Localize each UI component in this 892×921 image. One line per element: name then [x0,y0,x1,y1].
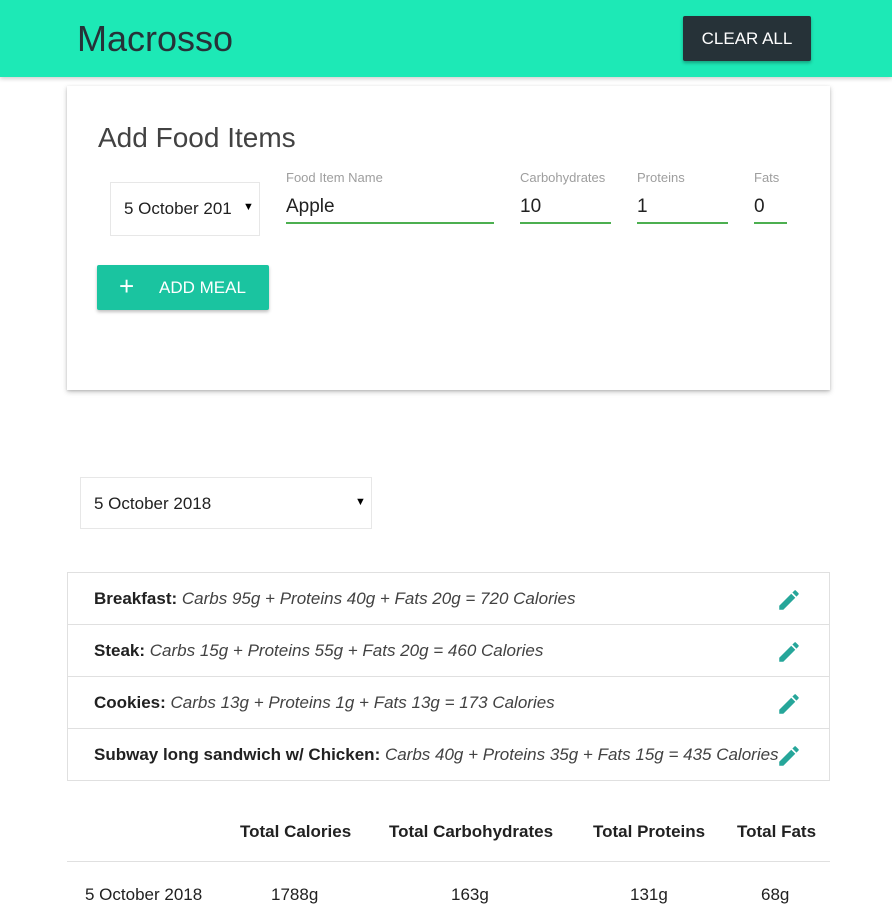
row-total-fats: 68g [761,885,790,904]
proteins-input[interactable] [637,191,728,224]
top-navbar: Macrosso CLEAR ALL [0,0,892,77]
meal-detail: Carbs 40g + Proteins 35g + Fats 15g = 43… [384,745,779,764]
add-food-card: Add Food Items 5 October 201 ▼ Food Item… [67,86,830,390]
clear-all-button[interactable]: CLEAR ALL [683,16,811,61]
header-total-carbohydrates: Total Carbohydrates [389,822,554,841]
meal-item: Cookies: Carbs 13g + Proteins 1g + Fats … [68,677,829,729]
meal-list: Breakfast: Carbs 95g + Proteins 40g + Fa… [67,572,830,781]
fats-input[interactable] [754,191,787,224]
header-total-fats: Total Fats [737,822,817,841]
carbs-label: Carbohydrates [520,170,606,185]
row-total-proteins: 131g [630,885,668,904]
date-filter-select[interactable]: 5 October 2018 ▼ [80,477,372,529]
proteins-field: Proteins [637,170,728,238]
food-name-label: Food Item Name [286,170,383,185]
fats-field: Fats [754,170,787,238]
fats-label: Fats [754,170,780,185]
meal-detail: Carbs 15g + Proteins 55g + Fats 20g = 46… [149,641,544,660]
row-total-carbs: 163g [451,885,489,904]
meal-date-value: 5 October 201 [124,199,232,218]
chevron-down-icon: ▼ [355,496,366,508]
meal-detail: Carbs 13g + Proteins 1g + Fats 13g = 173… [170,693,555,712]
pencil-icon[interactable] [776,587,802,613]
meal-date-select[interactable]: 5 October 201 ▼ [110,182,260,236]
meal-name: Cookies [94,693,161,712]
meal-name: Steak [94,641,140,660]
brand-logo[interactable]: Macrosso [77,16,233,62]
meal-item: Steak: Carbs 15g + Proteins 55g + Fats 2… [68,625,829,677]
add-meal-button[interactable]: + ADD MEAL [97,265,269,310]
pencil-icon[interactable] [776,743,802,769]
carbs-field: Carbohydrates [520,170,611,238]
row-total-calories: 1788g [271,885,319,904]
meal-name: Subway long sandwich w/ Chicken [94,745,375,764]
food-name-input[interactable] [286,191,494,224]
meal-item: Subway long sandwich w/ Chicken: Carbs 4… [68,729,829,780]
header-total-calories: Total Calories [240,822,352,841]
chevron-down-icon: ▼ [243,201,254,213]
food-name-field: Food Item Name [286,170,494,238]
add-meal-label: ADD MEAL [159,278,246,297]
header-total-proteins: Total Proteins [593,822,706,841]
meal-item: Breakfast: Carbs 95g + Proteins 40g + Fa… [68,573,829,625]
meal-name: Breakfast [94,589,172,608]
carbs-input[interactable] [520,191,611,224]
pencil-icon[interactable] [776,639,802,665]
card-title: Add Food Items [98,122,296,153]
plus-icon: + [119,271,135,301]
pencil-icon[interactable] [776,691,802,717]
meal-detail: Carbs 95g + Proteins 40g + Fats 20g = 72… [181,589,576,608]
proteins-label: Proteins [637,170,685,185]
row-date: 5 October 2018 [85,885,203,904]
table-divider [67,861,830,862]
date-filter-value: 5 October 2018 [94,494,212,513]
